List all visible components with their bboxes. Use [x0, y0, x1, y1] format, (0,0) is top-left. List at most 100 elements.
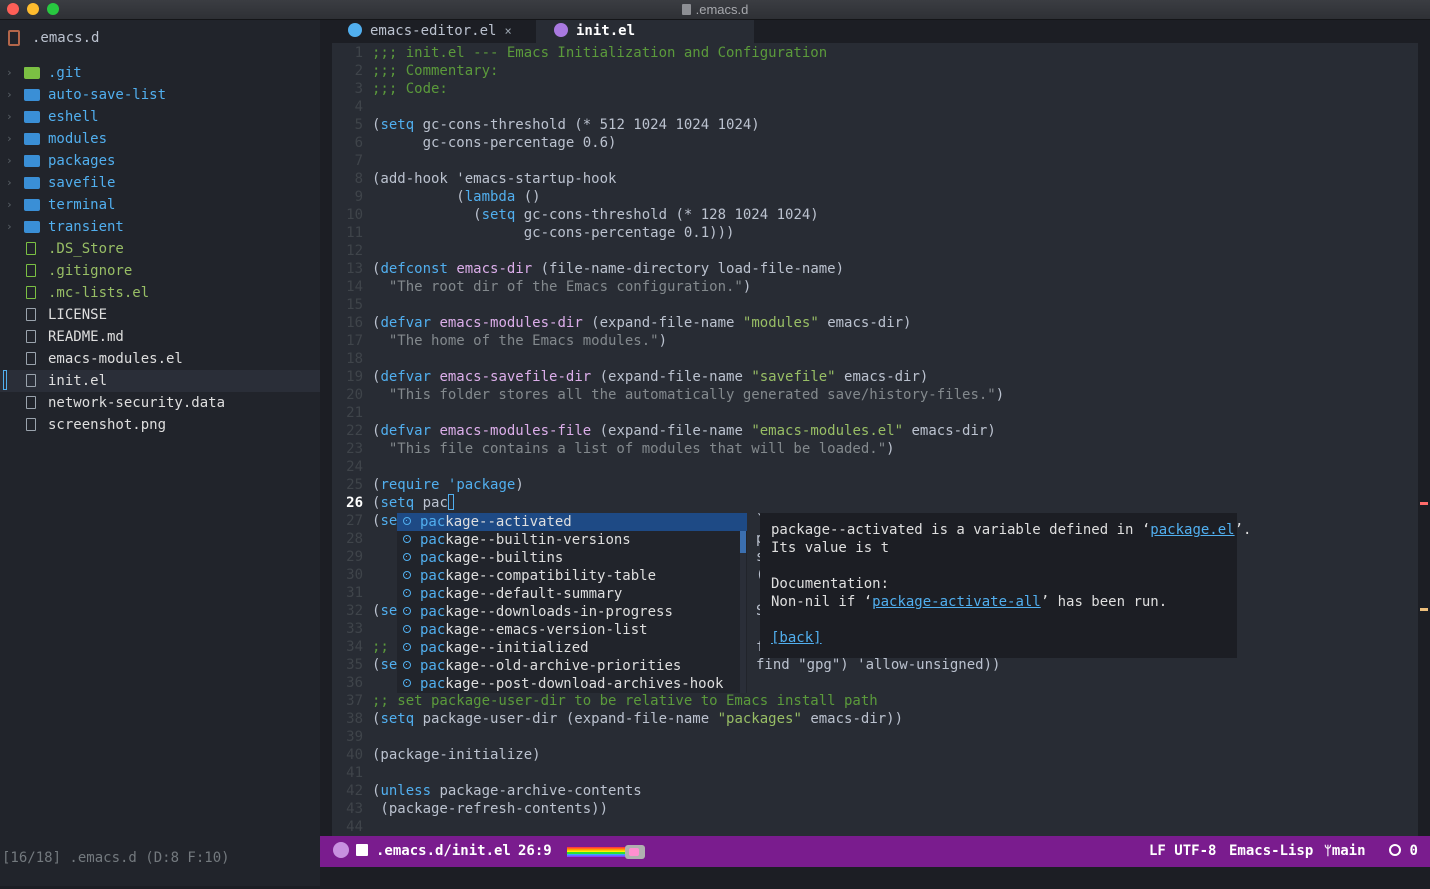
code-line[interactable]: 25 (require 'package) [332, 476, 1418, 494]
completion-item[interactable]: package--builtin-versions [397, 531, 747, 549]
tree-item[interactable]: › savefile [0, 172, 320, 194]
vcs-branch[interactable]: ᛘmain [1324, 836, 1366, 867]
completion-item[interactable]: package--downloads-in-progress [397, 603, 747, 621]
tree-item-label: .mc-lists.el [48, 285, 150, 301]
completion-item[interactable]: package--post-download-archives-hook [397, 675, 747, 693]
code-line[interactable]: 10 (setq gc-cons-threshold (* 128 1024 1… [332, 206, 1418, 224]
code-line[interactable]: 37 ;; set package-user-dir to be relative… [332, 692, 1418, 710]
code-line[interactable]: 8 (add-hook 'emacs-startup-hook [332, 170, 1418, 188]
package-el-link[interactable]: package.el [1150, 522, 1234, 538]
tree-item-label: .git [48, 65, 82, 81]
file-icon [26, 264, 36, 277]
tree-item[interactable]: README.md [0, 326, 320, 348]
tree-item[interactable]: › terminal [0, 194, 320, 216]
code-line[interactable]: 2 ;;; Commentary: [332, 62, 1418, 80]
code-line[interactable]: 40 (package-initialize) [332, 746, 1418, 764]
tree-item[interactable]: › eshell [0, 106, 320, 128]
completion-rest: kage--compatibility-table [445, 568, 657, 584]
code-line[interactable]: 3 ;;; Code: [332, 80, 1418, 98]
completion-item[interactable]: package--emacs-version-list [397, 621, 747, 639]
tab-init-el[interactable]: init.el [536, 20, 754, 43]
project-header[interactable]: .emacs.d [8, 30, 99, 46]
completion-rest: kage--builtins [445, 550, 564, 566]
code-line[interactable]: 26 (setq pac [332, 494, 1418, 512]
tab-emacs-editor[interactable]: emacs-editor.el × [348, 20, 512, 43]
code-line[interactable]: 1 ;;; init.el --- Emacs Initialization an… [332, 44, 1418, 62]
tree-item[interactable]: › packages [0, 150, 320, 172]
code-line[interactable]: 7 [332, 152, 1418, 170]
tree-item[interactable]: › auto-save-list [0, 84, 320, 106]
tab-label: emacs-editor.el [370, 23, 497, 39]
code-line[interactable]: 9 (lambda () [332, 188, 1418, 206]
code-line[interactable]: 5 (setq gc-cons-threshold (* 512 1024 102… [332, 116, 1418, 134]
code-token: ( [372, 189, 465, 205]
code-line[interactable]: 20 "This folder stores all the automatic… [332, 386, 1418, 404]
tree-item[interactable]: .DS_Store [0, 238, 320, 260]
completion-label: package--downloads-in-progress [420, 603, 673, 621]
emacs-icon [348, 23, 362, 37]
completion-item[interactable]: package--old-archive-priorities [397, 657, 747, 675]
code-line[interactable]: 44 [332, 818, 1418, 836]
tree-item[interactable]: › modules [0, 128, 320, 150]
code-line[interactable]: 38 (setq package-user-dir (expand-file-na… [332, 710, 1418, 728]
code-line[interactable]: 22 (defvar emacs-modules-file (expand-fil… [332, 422, 1418, 440]
code-line[interactable]: 11 gc-cons-percentage 0.1))) [332, 224, 1418, 242]
code-line[interactable]: 13 (defconst emacs-dir (file-name-directo… [332, 260, 1418, 278]
tree-item[interactable]: init.el [0, 370, 320, 392]
completion-item[interactable]: package--activated [397, 513, 747, 531]
code-token: () [515, 189, 541, 205]
tree-item[interactable]: LICENSE [0, 304, 320, 326]
chevron-right-icon[interactable]: › [6, 84, 13, 106]
code-token: package-user-dir (expand-file-name [414, 711, 718, 727]
code-line[interactable]: 41 [332, 764, 1418, 782]
chevron-right-icon[interactable]: › [6, 62, 13, 84]
tree-item[interactable]: emacs-modules.el [0, 348, 320, 370]
chevron-right-icon[interactable]: › [6, 128, 13, 150]
tree-item[interactable]: › .git [0, 62, 320, 84]
tree-item[interactable]: .mc-lists.el [0, 282, 320, 304]
code-line[interactable]: 42 (unless package-archive-contents [332, 782, 1418, 800]
code-text: (se [372, 602, 397, 620]
tree-item[interactable]: network-security.data [0, 392, 320, 414]
completion-item[interactable]: package--builtins [397, 549, 747, 567]
close-tab-icon[interactable]: × [504, 24, 511, 38]
code-line[interactable]: 23 "This file contains a list of modules… [332, 440, 1418, 458]
chevron-right-icon[interactable]: › [6, 216, 13, 238]
save-icon[interactable] [356, 836, 368, 867]
code-token: setq [481, 207, 516, 223]
completion-item[interactable]: package--compatibility-table [397, 567, 747, 585]
chevron-right-icon[interactable]: › [6, 194, 13, 216]
completion-item[interactable]: package--initialized [397, 639, 747, 657]
code-token: unless [380, 783, 432, 799]
code-token: emacs-dir)) [801, 711, 904, 727]
code-line[interactable]: 15 [332, 296, 1418, 314]
chevron-right-icon[interactable]: › [6, 106, 13, 128]
code-line[interactable]: 4 [332, 98, 1418, 116]
folder-icon [24, 221, 40, 233]
variable-icon [403, 625, 411, 633]
code-line[interactable]: 19 (defvar emacs-savefile-dir (expand-fil… [332, 368, 1418, 386]
code-line[interactable]: 16 (defvar emacs-modules-dir (expand-file… [332, 314, 1418, 332]
tree-item[interactable]: › transient [0, 216, 320, 238]
tree-item[interactable]: screenshot.png [0, 414, 320, 436]
back-link[interactable]: [back] [771, 630, 822, 646]
code-line[interactable]: 17 "The home of the Emacs modules.") [332, 332, 1418, 350]
major-mode[interactable]: Emacs-Lisp [1229, 836, 1313, 867]
code-line[interactable]: 12 [332, 242, 1418, 260]
line-number: 41 [346, 765, 363, 781]
code-line[interactable]: 43 (package-refresh-contents)) [332, 800, 1418, 818]
code-line[interactable]: 24 [332, 458, 1418, 476]
code-line[interactable]: 39 [332, 728, 1418, 746]
chevron-right-icon[interactable]: › [6, 150, 13, 172]
encoding[interactable]: LF UTF-8 [1149, 836, 1216, 867]
package-activate-all-link[interactable]: package-activate-all [872, 594, 1041, 610]
code-editor[interactable]: 1 ;;; init.el --- Emacs Initialization an… [332, 43, 1418, 836]
code-line[interactable]: 14 "The root dir of the Emacs configurat… [332, 278, 1418, 296]
error-count[interactable]: 0 [1389, 836, 1418, 867]
completion-item[interactable]: package--default-summary [397, 585, 747, 603]
code-line[interactable]: 21 [332, 404, 1418, 422]
tree-item[interactable]: .gitignore [0, 260, 320, 282]
code-line[interactable]: 6 gc-cons-percentage 0.6) [332, 134, 1418, 152]
code-line[interactable]: 18 [332, 350, 1418, 368]
chevron-right-icon[interactable]: › [6, 172, 13, 194]
